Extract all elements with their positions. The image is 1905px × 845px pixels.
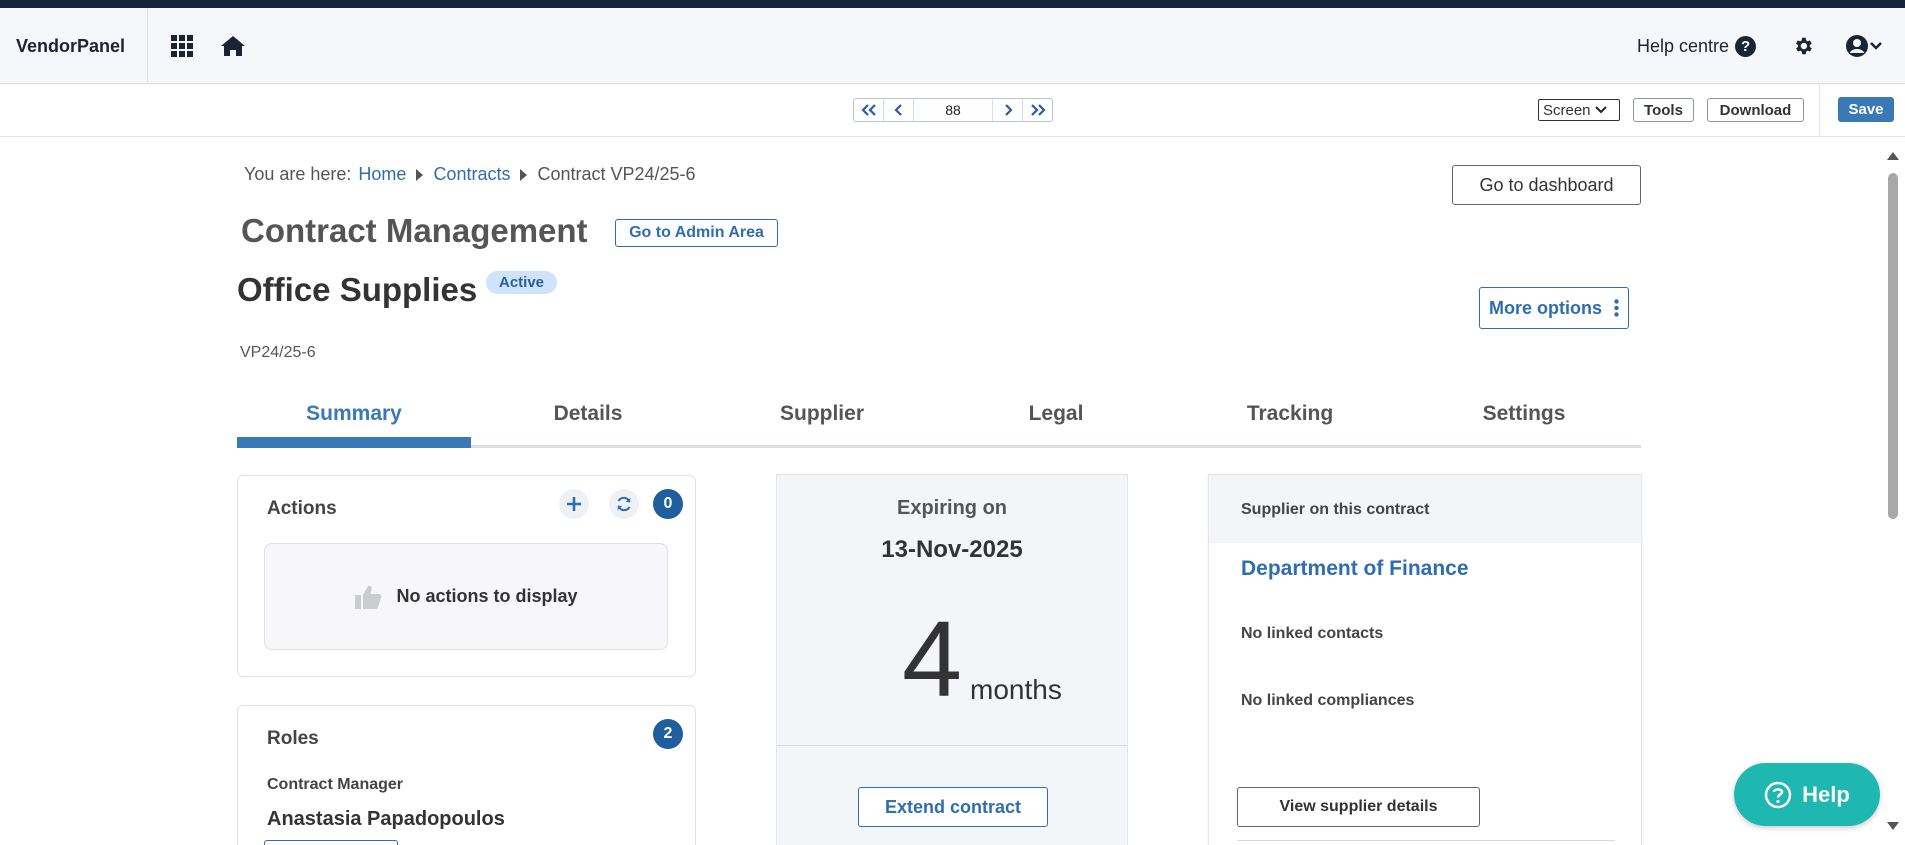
actions-count-badge: 0 [653,489,683,519]
gear-icon[interactable] [1789,32,1817,60]
supplier-header-text: Supplier on this contract [1241,501,1430,518]
save-button[interactable]: Save [1838,97,1894,122]
go-to-dashboard-button[interactable]: Go to dashboard [1452,165,1641,205]
tab-details[interactable]: Details [471,398,705,445]
breadcrumb-separator [520,168,528,181]
vertical-scrollbar[interactable] [1884,146,1901,838]
record-pager: 88 [853,98,1053,122]
go-to-admin-area-button[interactable]: Go to Admin Area [615,219,778,247]
kebab-icon [1614,299,1619,317]
tab-tracking[interactable]: Tracking [1173,398,1407,445]
thumbs-up-icon [355,585,382,609]
contract-id: VP24/25-6 [240,344,316,361]
help-circle-icon [1764,781,1792,808]
supplier-name-link[interactable]: Department of Finance [1241,557,1469,581]
page-number-input[interactable]: 88 [914,99,992,121]
expiry-date: 13-Nov-2025 [881,536,1023,563]
roles-card: Roles 2 Contract Manager Anastasia Papad… [237,705,696,845]
chevron-right-icon[interactable] [992,99,1022,121]
help-chat-label: Help [1802,781,1850,807]
scroll-down-arrow[interactable] [1887,822,1899,830]
page-toolbar: 88 Screen Tools Download Save [0,85,1905,137]
chevron-left-icon[interactable] [884,99,914,121]
tab-settings[interactable]: Settings [1407,398,1641,445]
brand-logo[interactable]: VendorPanel [0,8,148,84]
actions-card: Actions 0 No actions to display [237,475,696,677]
supplier-compliances: No linked compliances [1241,692,1415,709]
double-chevron-right-icon[interactable] [1022,99,1052,121]
supplier-divider [1237,840,1615,841]
help-circle-icon: ? [1735,35,1757,57]
actions-empty-state: No actions to display [264,543,668,650]
toolbar-divider [1819,85,1820,137]
more-options-button[interactable]: More options [1479,287,1629,329]
download-button[interactable]: Download [1707,98,1804,122]
breadcrumb-prefix: You are here: [244,164,352,184]
apps-grid-icon[interactable] [168,32,196,60]
page-title: Contract Management [241,212,588,249]
refresh-icon [617,496,631,512]
expiry-card: Expiring on 13-Nov-2025 4 months Extend … [776,474,1128,845]
help-centre-label: Help centre [1637,35,1730,56]
supplier-card-header: Supplier on this contract [1209,475,1641,543]
breadcrumb-current: Contract VP24/25-6 [537,164,696,184]
top-accent-bar [0,0,1905,8]
plus-icon [567,497,581,511]
role-action-button[interactable] [264,840,398,845]
actions-title: Actions [267,498,337,519]
double-chevron-left-icon[interactable] [854,99,884,121]
breadcrumb: You are here: Home Contracts Contract VP… [244,164,696,185]
tools-button[interactable]: Tools [1633,98,1694,122]
scroll-up-arrow[interactable] [1887,152,1899,160]
chevron-down-icon [1870,42,1882,50]
add-action-button[interactable] [559,489,589,519]
breadcrumb-separator [416,168,424,181]
screen-select[interactable]: Screen [1538,99,1620,121]
home-icon[interactable] [219,32,247,60]
breadcrumb-contracts[interactable]: Contracts [433,164,510,185]
view-supplier-details-button[interactable]: View supplier details [1237,787,1480,827]
role-person-name: Anastasia Papadopoulos [267,808,505,830]
tab-summary[interactable]: Summary [237,398,471,448]
refresh-actions-button[interactable] [609,489,639,519]
user-account-menu[interactable] [1843,32,1885,60]
breadcrumb-home[interactable]: Home [358,164,406,185]
help-chat-button[interactable]: Help [1734,763,1880,826]
contract-tabs: Summary Details Supplier Legal Tracking … [237,398,1641,448]
roles-count-badge: 2 [653,719,683,749]
help-centre-link[interactable]: Help centre ? [1637,30,1757,62]
tab-legal[interactable]: Legal [939,398,1173,445]
supplier-card: Supplier on this contract Department of … [1208,474,1642,845]
scroll-thumb[interactable] [1888,173,1898,519]
expiry-divider [777,745,1127,746]
actions-empty-message: No actions to display [396,586,578,606]
top-navbar: VendorPanel Help centre ? [0,8,1905,84]
screen-select-value: Screen [1543,101,1591,119]
extend-contract-button[interactable]: Extend contract [858,787,1048,827]
expiry-label: Expiring on [897,497,1007,519]
chevron-down-icon [1594,106,1607,114]
roles-title: Roles [267,728,319,749]
status-badge: Active [486,271,557,294]
supplier-contacts: No linked contacts [1241,625,1384,642]
tab-supplier[interactable]: Supplier [705,398,939,445]
contract-name: Office Supplies [237,271,478,308]
expiry-months-number: 4 [902,598,963,719]
role-label: Contract Manager [267,776,404,793]
more-options-label: More options [1489,297,1602,318]
expiry-months-unit: months [970,674,1062,705]
user-account-icon [1846,35,1868,57]
